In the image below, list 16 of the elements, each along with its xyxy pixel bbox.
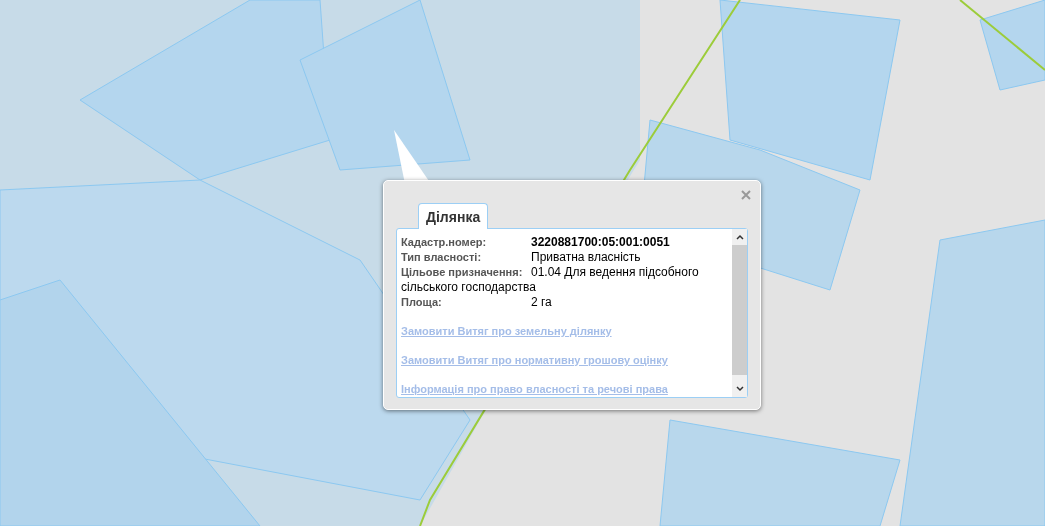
field-value: Приватна власність bbox=[531, 250, 641, 264]
tab[interactable]: Ділянка bbox=[418, 203, 489, 229]
scroll-up-icon[interactable] bbox=[734, 233, 745, 241]
field-label: Тип власності: bbox=[401, 250, 483, 265]
scrollbar[interactable] bbox=[732, 229, 747, 397]
link[interactable]: Інформація про право власності та речові права bbox=[401, 383, 668, 395]
field-value: 01.04 Для ведення підсобного bbox=[531, 265, 699, 279]
link[interactable]: Замовити Витяг про нормативну грошову оцінку bbox=[401, 354, 668, 366]
link[interactable]: Замовити Витяг про земельну ділянку bbox=[401, 325, 612, 337]
field-value: сільського господарства bbox=[401, 280, 536, 295]
field-label: Кадастр.номер: bbox=[401, 235, 488, 250]
scroll-down-icon[interactable] bbox=[734, 385, 745, 393]
field-value: 2 га bbox=[531, 295, 552, 309]
field-value: 3220881700:05:001:0051 bbox=[531, 235, 670, 249]
field-label: Цільове призначення: bbox=[401, 265, 524, 280]
field-label: Площа: bbox=[401, 295, 443, 310]
